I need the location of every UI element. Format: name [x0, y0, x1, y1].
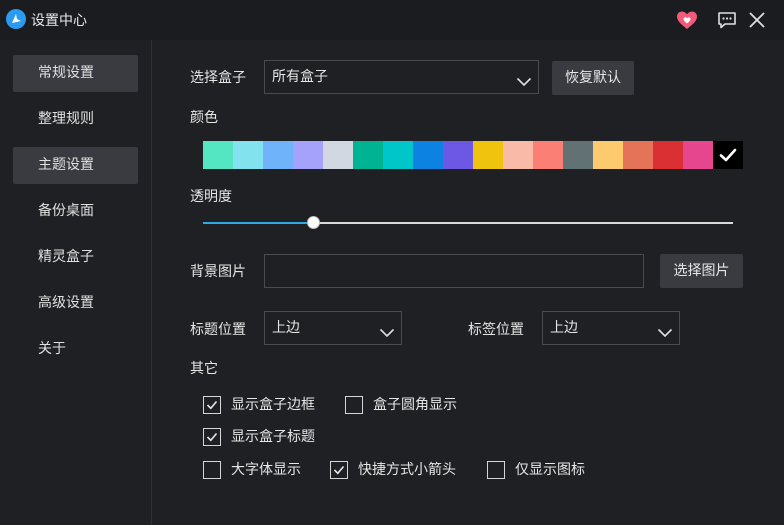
- show-box-title-label: 显示盒子标题: [231, 429, 315, 445]
- shortcut-arrow-label: 快捷方式小箭头: [358, 462, 456, 478]
- restore-default-button[interactable]: 恢复默认: [552, 61, 634, 95]
- show-box-border-checkbox[interactable]: 显示盒子边框: [203, 396, 333, 416]
- color-swatch[interactable]: [383, 141, 413, 169]
- checkbox-box: [345, 396, 363, 414]
- background-image-label: 背景图片: [190, 264, 246, 280]
- check-icon: [719, 148, 737, 162]
- color-swatch[interactable]: [503, 141, 533, 169]
- color-swatch[interactable]: [623, 141, 653, 169]
- color-swatch[interactable]: [233, 141, 263, 169]
- slider-fill: [203, 222, 314, 224]
- box-select-dropdown[interactable]: 所有盒子: [264, 60, 539, 94]
- tag-position-label: 标签位置: [468, 322, 524, 338]
- close-icon[interactable]: [745, 8, 769, 32]
- opacity-slider[interactable]: [203, 214, 733, 232]
- color-swatch[interactable]: [293, 141, 323, 169]
- opacity-label: 透明度: [190, 189, 232, 205]
- background-image-input[interactable]: [264, 254, 644, 288]
- chevron-down-icon: [516, 70, 532, 102]
- color-swatch[interactable]: [443, 141, 473, 169]
- checkbox-box: [330, 461, 348, 479]
- sidebar-item-general[interactable]: 常规设置: [13, 55, 138, 92]
- shortcut-arrow-checkbox[interactable]: 快捷方式小箭头: [330, 461, 470, 481]
- color-swatch[interactable]: [533, 141, 563, 169]
- heart-icon[interactable]: [675, 8, 699, 32]
- icon-only-checkbox[interactable]: 仅显示图标: [487, 461, 597, 481]
- large-font-checkbox[interactable]: 大字体显示: [203, 461, 313, 481]
- check-icon: [206, 400, 218, 410]
- check-icon: [206, 432, 218, 442]
- title-position-dropdown[interactable]: 上边: [264, 311, 402, 345]
- color-swatch[interactable]: [713, 141, 743, 169]
- color-swatch[interactable]: [203, 141, 233, 169]
- color-swatch[interactable]: [323, 141, 353, 169]
- large-font-label: 大字体显示: [231, 462, 301, 478]
- tag-position-dropdown[interactable]: 上边: [542, 311, 680, 345]
- show-box-border-label: 显示盒子边框: [231, 397, 315, 413]
- sidebar-item-advanced[interactable]: 高级设置: [13, 285, 138, 322]
- title-bar: 设置中心: [0, 0, 784, 40]
- color-swatch[interactable]: [683, 141, 713, 169]
- other-label: 其它: [190, 361, 218, 377]
- sidebar: 常规设置 整理规则 主题设置 备份桌面 精灵盒子 高级设置 关于: [0, 40, 152, 525]
- sidebar-item-rules[interactable]: 整理规则: [13, 101, 138, 138]
- title-position-value: 上边: [272, 320, 300, 336]
- icon-only-label: 仅显示图标: [515, 462, 585, 478]
- color-swatch[interactable]: [653, 141, 683, 169]
- box-select-label: 选择盒子: [190, 70, 246, 86]
- color-swatch[interactable]: [263, 141, 293, 169]
- checkbox-box: [487, 461, 505, 479]
- sidebar-item-about[interactable]: 关于: [13, 331, 138, 368]
- desk-app-icon: [6, 9, 26, 29]
- color-swatch[interactable]: [563, 141, 593, 169]
- box-rounded-checkbox[interactable]: 盒子圆角显示: [345, 396, 475, 416]
- sidebar-item-backup[interactable]: 备份桌面: [13, 193, 138, 230]
- chat-icon[interactable]: [715, 8, 739, 32]
- check-icon: [333, 465, 345, 475]
- box-select-value: 所有盒子: [272, 69, 328, 85]
- color-swatch[interactable]: [413, 141, 443, 169]
- slider-thumb[interactable]: [306, 216, 320, 229]
- checkbox-box: [203, 461, 221, 479]
- title-position-label: 标题位置: [190, 322, 246, 338]
- checkbox-box: [203, 428, 221, 446]
- sidebar-item-theme[interactable]: 主题设置: [13, 147, 138, 184]
- color-label: 颜色: [190, 110, 218, 126]
- chevron-down-icon: [657, 321, 673, 353]
- show-box-title-checkbox[interactable]: 显示盒子标题: [203, 428, 333, 448]
- tag-position-value: 上边: [550, 320, 578, 336]
- box-rounded-label: 盒子圆角显示: [373, 397, 457, 413]
- choose-image-button[interactable]: 选择图片: [660, 254, 743, 288]
- sidebar-item-sprite-box[interactable]: 精灵盒子: [13, 239, 138, 276]
- chevron-down-icon: [379, 321, 395, 353]
- color-swatch[interactable]: [353, 141, 383, 169]
- color-swatch[interactable]: [593, 141, 623, 169]
- window-title: 设置中心: [31, 13, 87, 29]
- color-swatch[interactable]: [473, 141, 503, 169]
- color-palette: [203, 141, 743, 169]
- checkbox-box: [203, 396, 221, 414]
